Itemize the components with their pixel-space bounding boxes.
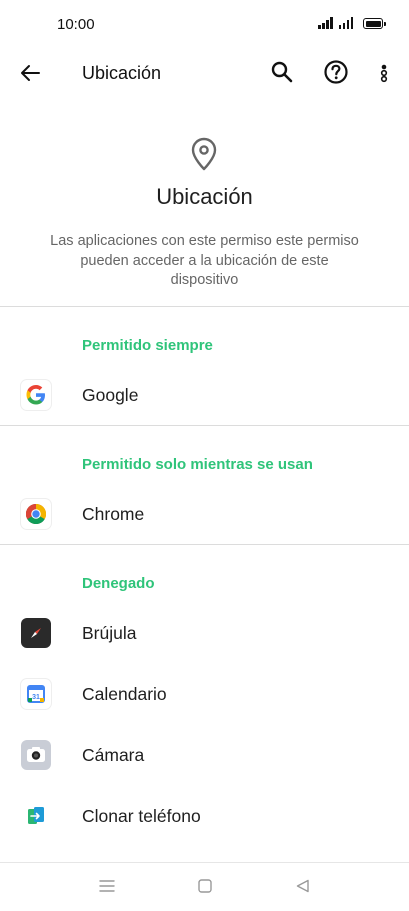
app-name: Google [82, 385, 139, 405]
compass-icon [21, 618, 51, 648]
calendar-day: 31 [32, 694, 40, 701]
google-icon [21, 380, 51, 410]
app-row-camera[interactable]: Cámara [0, 726, 409, 786]
search-icon [271, 61, 293, 83]
page-title: Ubicación [82, 63, 162, 83]
back-triangle-icon [296, 879, 309, 893]
divider [0, 544, 409, 545]
nav-back-button[interactable] [293, 877, 313, 895]
help-button[interactable] [322, 58, 350, 86]
nav-home-button[interactable] [195, 877, 215, 895]
calendar-icon: 31 [21, 679, 51, 709]
battery-icon [363, 18, 386, 29]
section-header-always: Permitido siempre [82, 337, 213, 354]
app-name: Cámara [82, 745, 145, 765]
app-row-clone-phone[interactable]: Clonar teléfono [0, 787, 409, 847]
app-row-chrome[interactable]: Chrome [0, 485, 409, 545]
app-name: Brújula [82, 623, 137, 643]
clone-phone-icon [21, 801, 51, 831]
hero-title: Ubicación [156, 184, 253, 209]
chrome-icon [21, 499, 51, 529]
home-square-icon [198, 879, 212, 893]
app-bar: Ubicación [0, 50, 409, 96]
nav-menu-button[interactable] [97, 877, 117, 895]
system-nav-bar [0, 862, 409, 911]
status-time: 10:00 [57, 16, 95, 33]
app-row-calendar[interactable]: 31 Calendario [0, 665, 409, 725]
divider [0, 425, 409, 426]
camera-icon [21, 740, 51, 770]
menu-icon [99, 880, 115, 892]
divider [0, 306, 409, 307]
search-button[interactable] [269, 59, 295, 85]
app-row-google[interactable]: Google [0, 366, 409, 426]
help-icon [324, 60, 348, 84]
status-icons [318, 17, 386, 29]
signal-icon [318, 17, 333, 29]
section-header-denied: Denegado [82, 575, 155, 592]
section-header-while-in-use: Permitido solo mientras se usan [82, 456, 313, 473]
app-name: Chrome [82, 504, 145, 524]
more-vert-icon [380, 64, 388, 83]
location-pin-icon [190, 137, 218, 171]
back-button[interactable] [18, 60, 44, 86]
signal-icon-2 [338, 17, 353, 29]
app-name: Clonar teléfono [82, 806, 201, 826]
app-row-compass[interactable]: Brújula [0, 604, 409, 664]
status-bar: 10:00 [0, 0, 409, 50]
app-name: Calendario [82, 684, 167, 704]
hero-description: Las aplicaciones con este permiso este p… [50, 233, 359, 288]
more-options-button[interactable] [374, 60, 394, 86]
back-arrow-icon [21, 65, 40, 81]
